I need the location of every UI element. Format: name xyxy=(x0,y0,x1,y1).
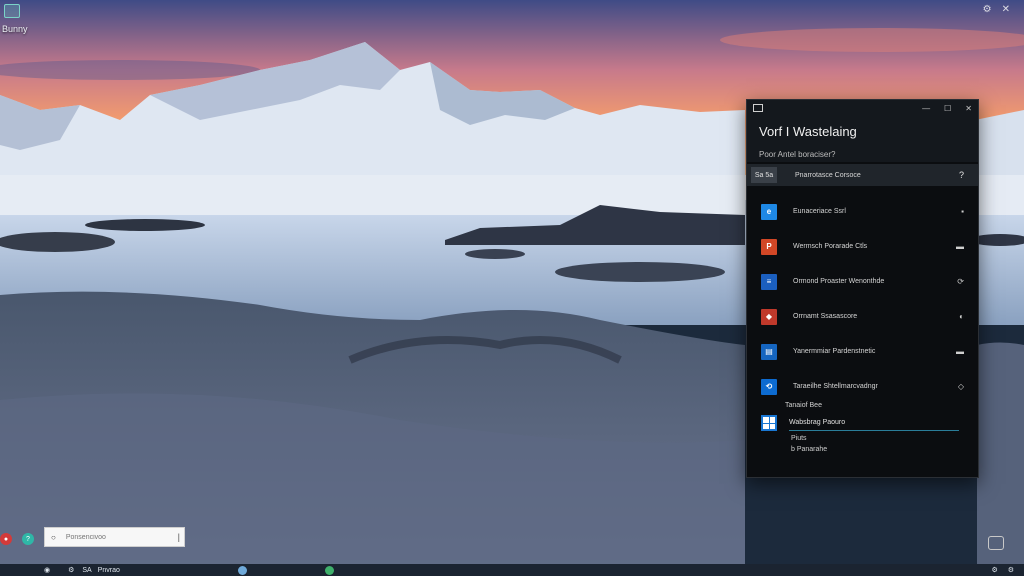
search-caret: | xyxy=(177,532,180,542)
list-item-label: Orrnamt Ssasascore xyxy=(793,313,858,320)
office-icon: ◆ xyxy=(761,308,777,325)
folder-icon xyxy=(4,4,20,18)
search-input[interactable] xyxy=(63,532,158,542)
list-item[interactable]: ⟲ Taraeilhe Shtellmarcvadngr ◇ xyxy=(747,369,978,404)
list-item-label: Ormond Proaster Wenonthde xyxy=(793,278,885,285)
list-item[interactable]: e Eunaceriace Ssrl ▪ xyxy=(747,194,978,229)
taskbar-item[interactable]: SA xyxy=(82,567,91,574)
search-icon: ○ xyxy=(51,532,56,542)
taskbar-item[interactable]: ⚙ xyxy=(68,566,74,574)
section-input[interactable]: Wabsbrag Paouro xyxy=(789,416,959,431)
desktop-corner-icons: ⚙ ✕ xyxy=(983,4,1010,15)
item-action-icon[interactable]: ▬ xyxy=(956,242,964,251)
item-action-icon[interactable]: ⟳ xyxy=(957,277,964,286)
tray-icon[interactable]: ⚙ xyxy=(1008,566,1014,574)
desktop-shortcut[interactable]: Bunny xyxy=(2,4,58,34)
app-list: e Eunaceriace Ssrl ▪ P Wermsch Porarade … xyxy=(747,194,978,404)
panel-titlebar: — ☐ ✕ xyxy=(747,100,978,116)
panel-section: Tanaiof Bee Wabsbrag Paouro Piuts b Pana… xyxy=(747,402,978,453)
section-label: Tanaiof Bee xyxy=(785,402,822,409)
browser-icon[interactable] xyxy=(324,565,334,575)
windows-icon xyxy=(761,415,777,431)
list-item[interactable]: ▤ Yanermmiar Pardenstnetic ▬ xyxy=(747,334,978,369)
system-tray: ⚙ ⚙ xyxy=(991,566,1014,574)
panel-header: Vorf I Wastelaing Poor Antel boraciser? xyxy=(747,116,978,162)
list-item[interactable]: ◆ Orrnamt Ssasascore ◐ xyxy=(747,299,978,334)
list-item-label: Taraeilhe Shtellmarcvadngr xyxy=(793,383,878,390)
taskbar: ◉ ⚙ SA Pnvrao ⚙ ⚙ xyxy=(0,564,1024,576)
item-action-icon[interactable]: ▪ xyxy=(961,207,964,216)
powerpoint-icon: P xyxy=(761,238,777,255)
panel-title: Vorf I Wastelaing xyxy=(759,124,857,139)
store-icon: ▤ xyxy=(761,343,777,360)
quick-icons: ● ? xyxy=(0,533,34,545)
item-action-icon[interactable]: ◇ xyxy=(958,382,964,391)
section-sub-label: Piuts xyxy=(791,435,807,442)
taskbar-item[interactable]: ◉ xyxy=(44,566,50,574)
avatar: Sa 5a xyxy=(751,167,777,183)
list-item-label: Yanermmiar Pardenstnetic xyxy=(793,348,876,355)
taskbar-item[interactable]: Pnvrao xyxy=(98,567,120,574)
item-action-icon[interactable]: ▬ xyxy=(956,347,964,356)
notification-icon[interactable] xyxy=(988,536,1004,550)
account-label: Pnarrotasce Corsoce xyxy=(795,171,861,179)
account-panel: — ☐ ✕ Vorf I Wastelaing Poor Antel borac… xyxy=(746,99,979,478)
record-icon[interactable]: ● xyxy=(0,533,12,545)
search-box[interactable]: ○ | xyxy=(44,527,185,547)
window-controls: — ☐ ✕ xyxy=(922,104,972,113)
account-row[interactable]: Sa 5a Pnarrotasce Corsoce ? xyxy=(747,164,978,186)
panel-subtitle: Poor Antel boraciser? xyxy=(759,150,836,159)
list-item[interactable]: ≡ Ormond Proaster Wenonthde ⟳ xyxy=(747,264,978,299)
close-icon[interactable]: ✕ xyxy=(1002,4,1010,15)
section-sub-link[interactable]: b Panarahe xyxy=(791,446,978,453)
help-icon[interactable]: ? xyxy=(22,533,34,545)
edge-icon: e xyxy=(761,203,777,220)
help-icon[interactable]: ? xyxy=(959,170,964,180)
desktop-shortcut-label: Bunny xyxy=(2,24,28,34)
list-item-label: Eunaceriace Ssrl xyxy=(793,208,846,215)
section-input-row: Wabsbrag Paouro xyxy=(747,415,978,431)
settings-icon[interactable]: ⚙ xyxy=(983,4,992,15)
tray-icon[interactable]: ⚙ xyxy=(991,566,997,574)
item-action-icon[interactable]: ◐ xyxy=(959,312,964,321)
list-item[interactable]: P Wermsch Porarade Ctls ▬ xyxy=(747,229,978,264)
minimize-icon[interactable]: — xyxy=(922,104,930,113)
sync-icon: ⟲ xyxy=(761,378,777,395)
word-icon: ≡ xyxy=(761,273,777,290)
globe-icon[interactable] xyxy=(237,565,247,575)
close-icon[interactable]: ✕ xyxy=(965,104,972,113)
app-icon xyxy=(753,104,763,112)
list-item-label: Wermsch Porarade Ctls xyxy=(793,243,868,250)
maximize-icon[interactable]: ☐ xyxy=(944,104,951,113)
desktop: Bunny ⚙ ✕ — ☐ ✕ Vorf I Wastelaing Poor A… xyxy=(0,0,1024,576)
